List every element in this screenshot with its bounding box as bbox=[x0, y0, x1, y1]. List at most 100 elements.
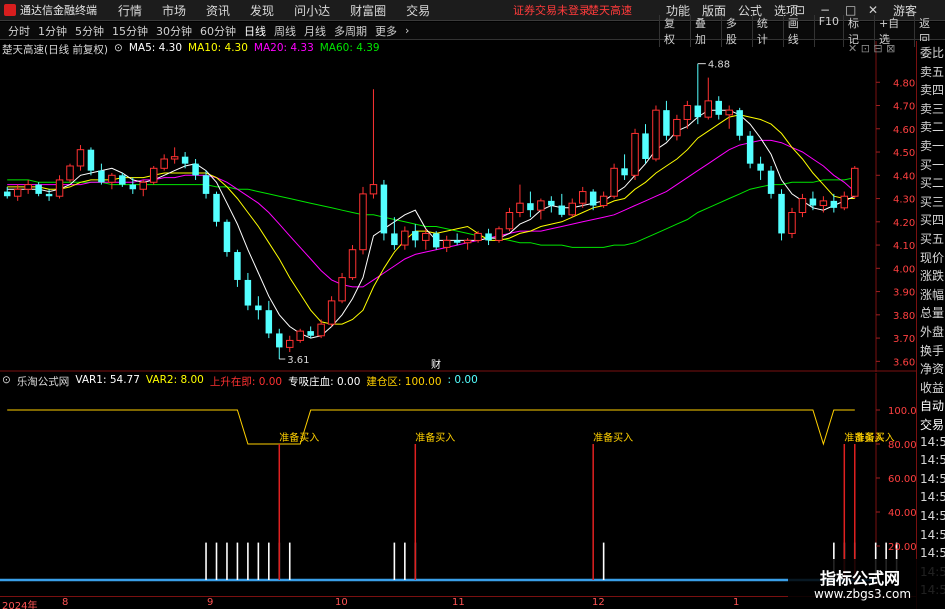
tdx-logo-icon bbox=[4, 4, 16, 16]
candle-up bbox=[24, 184, 32, 190]
sidebar-item[interactable]: 交易 bbox=[920, 416, 944, 433]
candle-down bbox=[255, 305, 262, 311]
candle-down bbox=[307, 331, 314, 336]
chart-title: 楚天高速(日线 前复权) bbox=[2, 44, 109, 56]
y-tick-label: 3.70 bbox=[893, 334, 915, 345]
candle-down bbox=[830, 200, 838, 208]
sidebar-item[interactable]: 自动 bbox=[920, 397, 944, 414]
candle-down bbox=[757, 163, 764, 171]
candle-up bbox=[76, 149, 85, 167]
candle-up bbox=[704, 100, 713, 118]
watermark-title: 指标公式网 bbox=[820, 569, 901, 588]
chevron-right-icon[interactable]: › bbox=[401, 24, 413, 37]
candle-up bbox=[819, 200, 828, 207]
ma20-line bbox=[7, 139, 856, 288]
candle-up bbox=[327, 300, 336, 325]
candle-up bbox=[338, 277, 346, 302]
menu-item-caifuquan[interactable]: 财富圈 bbox=[340, 2, 396, 19]
candle-down bbox=[119, 175, 126, 185]
sidebar-item: 卖一 bbox=[920, 139, 945, 153]
period-tabs: 分时 1分钟 5分钟 15分钟 30分钟 60分钟 日线 周线 月线 多周期 更… bbox=[0, 23, 413, 39]
candle-down bbox=[3, 191, 11, 197]
menu-item-faxian[interactable]: 发现 bbox=[240, 2, 284, 19]
candle-up bbox=[286, 339, 294, 348]
tab-30min[interactable]: 30分钟 bbox=[152, 23, 196, 39]
indicator-chart[interactable]: 准备买入 准备买入 准备买入 准备买入准备买入 100.080.0060.0040.0… bbox=[0, 373, 916, 595]
candle-down bbox=[621, 168, 628, 176]
tab-5min[interactable]: 5分钟 bbox=[71, 23, 108, 39]
y-tick-label: 4.40 bbox=[893, 171, 915, 182]
candle-down bbox=[202, 175, 210, 194]
ma20-value: MA20: 4.33 bbox=[253, 42, 314, 54]
candle-up bbox=[652, 109, 660, 160]
tab-more[interactable]: 更多 bbox=[371, 23, 401, 39]
menu-item-hangqing[interactable]: 行情 bbox=[108, 2, 152, 19]
x-tick-nov: 11 bbox=[452, 597, 465, 608]
candle-up bbox=[851, 167, 859, 197]
sidebar-item: 14:56 bbox=[920, 471, 945, 486]
x-tick-aug: 8 bbox=[62, 597, 69, 608]
tab-1min[interactable]: 1分钟 bbox=[34, 23, 71, 39]
y-tick-label: 4.50 bbox=[893, 148, 915, 159]
sidebar-item: 买四 bbox=[920, 213, 945, 228]
quote-sidebar: 委比 卖五 卖四 卖三 卖二 卖一 买一 买二 买三 买四 买五 现价 涨跌 涨幅 总量 外盘 换手 净资 收益 自动… bbox=[916, 41, 945, 609]
menu-item-zixun[interactable]: 资讯 bbox=[196, 2, 240, 19]
chart-settings-icons[interactable]: ✕ ⊡ ⊟ ⊠ bbox=[848, 42, 895, 55]
ma-gear-icon[interactable]: ⊙ bbox=[114, 42, 123, 56]
candle-up bbox=[348, 249, 357, 279]
sidebar-item: 委比 bbox=[920, 46, 945, 60]
tab-weekly[interactable]: 周线 bbox=[270, 23, 300, 39]
candle-up bbox=[673, 118, 681, 137]
build-zone-value: 建仓区: 100.00 bbox=[366, 376, 442, 388]
indicator-name[interactable]: 乐淘公式网 bbox=[17, 374, 70, 388]
candle-down bbox=[412, 231, 419, 241]
candle-down bbox=[548, 200, 555, 206]
candle-up bbox=[369, 184, 378, 195]
var1-value: VAR1: 54.77 bbox=[75, 374, 140, 386]
candle-down bbox=[129, 184, 137, 190]
candle-down bbox=[778, 193, 785, 234]
tab-daily[interactable]: 日线 bbox=[240, 23, 270, 39]
tab-multi-period[interactable]: 多周期 bbox=[330, 23, 371, 39]
high-price-label: 4.88 bbox=[708, 60, 730, 71]
watermark: 指标公式网 www.zbgs3.com bbox=[788, 559, 945, 609]
candle-down bbox=[453, 240, 461, 243]
login-alert[interactable]: 证券交易未登录 bbox=[513, 2, 590, 18]
buy-signal-label: 准备买入 bbox=[279, 431, 319, 444]
current-stock-name[interactable]: 楚天高速 bbox=[588, 2, 632, 18]
candle-down bbox=[213, 193, 220, 222]
candle-up bbox=[474, 232, 482, 241]
menu-item-jiaoyi[interactable]: 交易 bbox=[396, 2, 440, 19]
rise-value: 上升在即: 0.00 bbox=[209, 376, 283, 388]
candle-down bbox=[694, 105, 702, 118]
y-tick-label: 4.20 bbox=[893, 218, 915, 229]
tab-monthly[interactable]: 月线 bbox=[300, 23, 330, 39]
finance-marker[interactable]: 财 bbox=[431, 358, 441, 371]
sidebar-item: 14:56 bbox=[920, 509, 945, 523]
tab-15min[interactable]: 15分钟 bbox=[108, 23, 152, 39]
menu-item-shichang[interactable]: 市场 bbox=[152, 2, 196, 19]
candle-up bbox=[296, 330, 304, 341]
ma10-line bbox=[7, 114, 855, 325]
ind-y-tick-label: 40.00 bbox=[888, 508, 916, 519]
sidebar-item: 买三 bbox=[920, 194, 945, 209]
indicator-gear-icon[interactable]: ⊙ bbox=[2, 374, 11, 388]
ind-y-tick-label: 60.00 bbox=[888, 474, 916, 485]
candle-down bbox=[589, 191, 597, 206]
candle-down bbox=[746, 135, 754, 164]
candle-up bbox=[610, 167, 618, 197]
tab-fenshi[interactable]: 分时 bbox=[4, 23, 34, 39]
candlestick-chart[interactable]: 4.80 4.70 4.60 4.50 4.40 4.30 4.20 4.10 4.00 3.90… bbox=[0, 41, 916, 372]
menu-item-wenxiaoda[interactable]: 问小达 bbox=[284, 2, 340, 19]
main-menu: 行情 市场 资讯 发现 问小达 财富圈 交易 bbox=[108, 2, 440, 19]
sidebar-item: 14:56 bbox=[920, 527, 945, 542]
candle-up bbox=[66, 165, 74, 181]
tab-60min[interactable]: 60分钟 bbox=[196, 23, 240, 39]
candle-down bbox=[642, 133, 649, 160]
x-tick-sep: 9 bbox=[207, 597, 214, 608]
candle-up bbox=[798, 198, 807, 214]
candle-up bbox=[840, 195, 849, 209]
sidebar-item: 卖三 bbox=[920, 101, 945, 116]
candle-up bbox=[442, 239, 451, 248]
buy-signal-label: 准备买入 bbox=[593, 431, 633, 444]
